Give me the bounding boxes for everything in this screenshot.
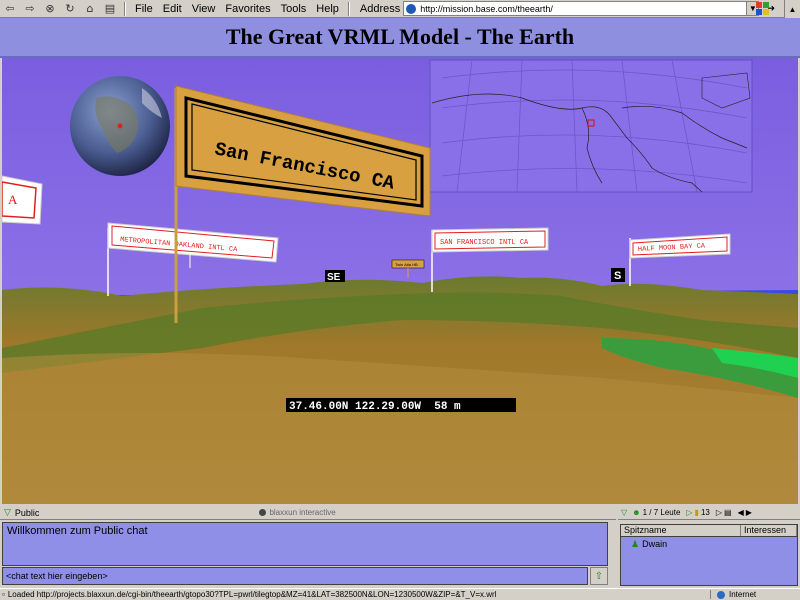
refresh-icon[interactable]: ↻: [62, 2, 78, 16]
scroll-up-icon[interactable]: ▲: [784, 0, 800, 18]
menu-file[interactable]: File: [135, 3, 153, 15]
windows-logo-icon: [756, 2, 769, 15]
flag-left-partial: A: [2, 175, 43, 225]
home-icon[interactable]: ⌂: [82, 2, 98, 16]
address-bar[interactable]: http://mission.base.com/theearth/ ▼: [403, 1, 760, 16]
coordinate-readout: 37.46.00N 122.29.00W 58 m: [286, 398, 516, 413]
collapse-triangle-icon[interactable]: ▽: [621, 508, 627, 517]
users-panel: ▽ ☻ 1 / 7 Leute ▷ ▮ 13 ▷ ▤ ◀ ▶ Spitzname…: [618, 506, 800, 588]
address-value: http://mission.base.com/theearth/: [420, 3, 553, 14]
collapse-triangle-icon[interactable]: ▽: [4, 507, 11, 518]
globe: [70, 76, 170, 176]
menu-edit[interactable]: Edit: [163, 3, 182, 15]
chat-panel: ▽ Public blaxxun interactive Willkommen …: [0, 506, 616, 588]
svg-text:Twin Atla HB: Twin Atla HB: [395, 262, 418, 267]
send-button[interactable]: ⇧: [590, 567, 608, 585]
user-row[interactable]: ♟ Dwain: [621, 538, 797, 550]
vrml-viewport[interactable]: A METROPOLITAN OAKLAND INTL CA San Franc…: [2, 58, 798, 504]
users-header: ▽ ☻ 1 / 7 Leute ▷ ▮ 13 ▷ ▤ ◀ ▶: [618, 506, 800, 520]
chat-tab-label: Public: [14, 507, 40, 518]
browser-toolbar: ⇦ ⇨ ⊗ ↻ ⌂ ▤ File Edit View Favorites Too…: [0, 0, 800, 18]
users-columns: Spitzname Interessen: [621, 525, 797, 537]
users-list: Spitzname Interessen ♟ Dwain: [620, 524, 798, 586]
people-icon: ☻: [632, 508, 641, 517]
chat-messages: Willkommen zum Public chat: [2, 522, 608, 566]
note-icon: ▮: [694, 508, 699, 517]
svg-text:SAN FRANCISCO INTL CA: SAN FRANCISCO INTL CA: [440, 239, 529, 247]
toolbar-separator: [124, 1, 126, 16]
svg-text:SE: SE: [327, 272, 341, 283]
status-bar: ▫ Loaded http://projects.blaxxun.de/cgi-…: [0, 588, 800, 600]
column-header-name[interactable]: Spitzname: [621, 525, 741, 536]
next-icon[interactable]: ▷: [716, 508, 722, 517]
compass-se: SE: [325, 270, 345, 283]
status-text: Loaded http://projects.blaxxun.de/cgi-bi…: [7, 590, 497, 599]
user-name: Dwain: [642, 539, 668, 549]
brand: blaxxun interactive: [259, 508, 336, 517]
bookmark-icon[interactable]: ▤: [724, 508, 732, 517]
users-number: 13: [700, 508, 710, 517]
chat-welcome-message: Willkommen zum Public chat: [7, 525, 148, 537]
forward-icon[interactable]: ⇨: [22, 2, 38, 16]
page-loaded-icon: ▫: [2, 590, 5, 599]
menu-help[interactable]: Help: [316, 3, 339, 15]
page-header: The Great VRML Model - The Earth: [0, 18, 800, 58]
chat-tab-public[interactable]: ▽ Public: [4, 507, 39, 518]
users-count: 1 / 7 Leute: [642, 508, 681, 517]
brand-logo-icon: [259, 509, 267, 516]
menu-tools[interactable]: Tools: [281, 3, 307, 15]
page-title: The Great VRML Model - The Earth: [225, 24, 575, 49]
chat-input-row: <chat text hier eingeben> ⇧: [2, 567, 608, 585]
security-zone: Internet: [710, 590, 800, 599]
stop-icon[interactable]: ⊗: [42, 2, 58, 16]
page-icon: [406, 3, 417, 14]
compass-s: S: [611, 268, 625, 282]
menu-favorites[interactable]: Favorites: [225, 3, 270, 15]
column-header-interests[interactable]: Interessen: [741, 525, 797, 536]
minimap: [429, 59, 753, 193]
play-icon[interactable]: ▷: [686, 508, 692, 517]
chat-input[interactable]: <chat text hier eingeben>: [2, 567, 588, 585]
user-avatar-icon: ♟: [631, 538, 640, 549]
brand-label: blaxxun interactive: [269, 508, 336, 517]
zone-label: Internet: [729, 590, 757, 599]
address-label: Address: [359, 2, 401, 15]
print-icon[interactable]: ▤: [102, 2, 118, 16]
svg-text:S: S: [614, 270, 621, 282]
scroll-right-icon[interactable]: ▶: [746, 508, 752, 517]
scroll-left-icon[interactable]: ◀: [738, 508, 744, 517]
back-icon[interactable]: ⇦: [2, 2, 18, 16]
internet-globe-icon: [717, 590, 725, 599]
chat-header: ▽ Public blaxxun interactive: [0, 506, 616, 520]
svg-text:A: A: [8, 192, 18, 207]
svg-text:37.46.00N 122.29.00W 58 m: 37.46.00N 122.29.00W 58 m: [289, 401, 461, 413]
toolbar-separator: [347, 1, 350, 16]
menu-view[interactable]: View: [192, 3, 216, 15]
